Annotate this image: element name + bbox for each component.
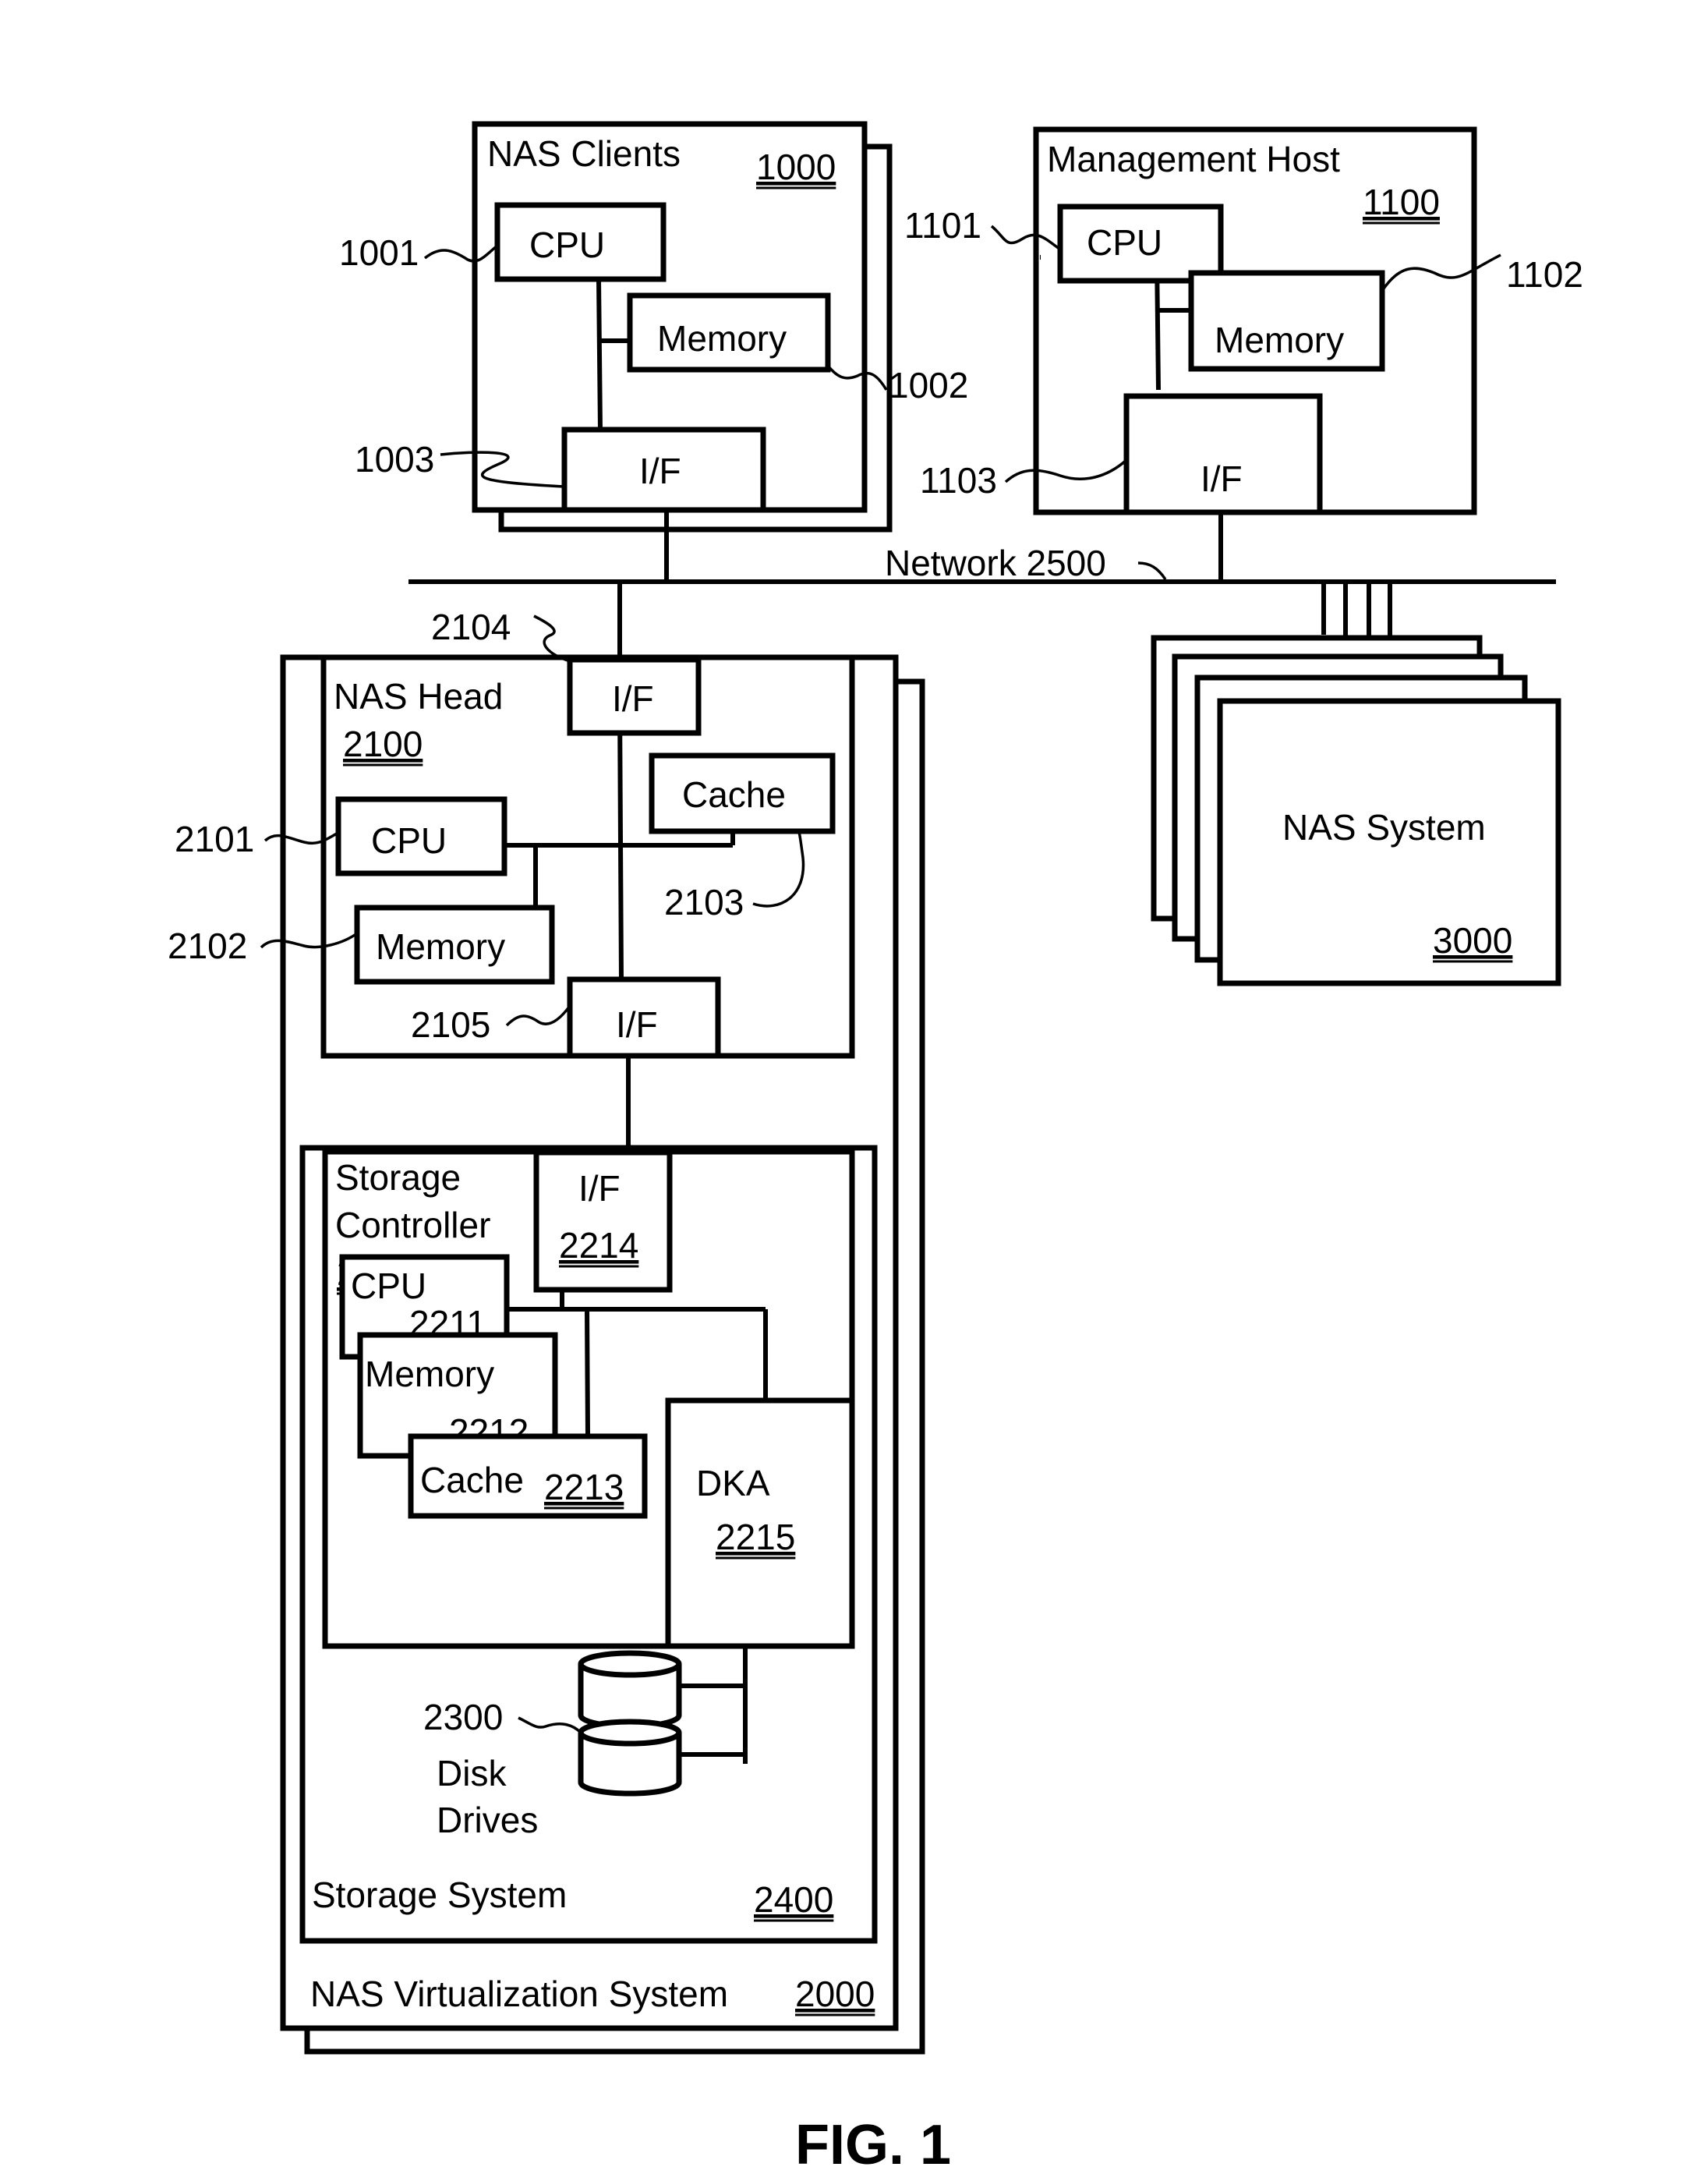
- sc-memory-label: Memory: [365, 1354, 494, 1394]
- nas-clients-bus: [596, 278, 603, 430]
- management-host-cpu-label: CPU: [1087, 222, 1162, 263]
- nas-clients-if-label: I/F: [639, 451, 681, 491]
- sc-cache-ref: 2213: [544, 1467, 624, 1507]
- ref-2105: 2105: [411, 1004, 490, 1045]
- sc-cache-label: Cache: [420, 1460, 524, 1500]
- figure-caption: FIG. 1: [795, 2114, 951, 2176]
- sc-dka-label: DKA: [696, 1463, 770, 1503]
- ref-1103: 1103: [920, 460, 997, 501]
- leader-2500: [1137, 561, 1167, 580]
- storage-controller-title-line2: Controller: [335, 1205, 490, 1245]
- nas-clients-group: NAS Clients 1000 CPU Memory I/F 1001 100…: [339, 121, 968, 533]
- management-host-title: Management Host: [1047, 139, 1340, 179]
- sc-cache-link: [585, 1308, 590, 1437]
- management-host-memory-label: Memory: [1215, 320, 1344, 360]
- management-host-if-label: I/F: [1201, 459, 1243, 499]
- nas-head-bus: [617, 701, 624, 982]
- nas-clients-cpu-label: CPU: [529, 225, 605, 265]
- sc-if-label: I/F: [578, 1168, 621, 1209]
- management-host-ref: 1100: [1363, 182, 1440, 222]
- leader-2104: [533, 614, 571, 663]
- nas-system-group: NAS System 3000: [1151, 582, 1561, 986]
- ref-1102: 1102: [1506, 254, 1583, 295]
- ref-2102: 2102: [168, 926, 247, 966]
- storage-system-title: Storage System: [312, 1875, 567, 1915]
- nas-clients-ref: 1000: [756, 147, 836, 187]
- nas-virtualization-ref: 2000: [795, 1974, 875, 2014]
- ref-1003: 1003: [355, 439, 434, 480]
- nas-clients-memory-label: Memory: [657, 318, 787, 359]
- sc-dka-ref: 2215: [716, 1517, 795, 1557]
- disk-drive-icon: [578, 1650, 682, 1730]
- nas-head-title: NAS Head: [334, 676, 503, 717]
- nas-clients-title: NAS Clients: [487, 133, 681, 174]
- nas-head-cache-label: Cache: [682, 774, 786, 815]
- storage-system-ref: 2400: [754, 1879, 833, 1920]
- system-block-diagram: NAS Clients 1000 CPU Memory I/F 1001 100…: [168, 121, 1583, 2176]
- storage-controller-title-line1: Storage: [335, 1157, 461, 1198]
- nas-head-if-bottom-label: I/F: [616, 1004, 658, 1045]
- disk-drive-icon: [578, 1719, 682, 1797]
- disk-drives-label-line1: Disk: [437, 1753, 507, 1793]
- sc-cpu-label: CPU: [351, 1266, 426, 1306]
- nas-system-title: NAS System: [1282, 807, 1486, 848]
- nas-head-cpu-label: CPU: [371, 820, 447, 861]
- ref-1101: 1101: [904, 205, 981, 246]
- ref-1002: 1002: [889, 365, 968, 405]
- ref-2104: 2104: [431, 607, 511, 647]
- ref-2300: 2300: [423, 1697, 503, 1737]
- nas-system-ref: 3000: [1433, 920, 1512, 961]
- network-label: Network 2500: [885, 543, 1106, 583]
- ref-2103: 2103: [664, 882, 744, 922]
- storage-controller-group: Storage Controller 2200 I/F 2214 CPU 221…: [322, 1149, 855, 1649]
- management-host-group: Management Host 1100 CPU Memory I/F 1101…: [904, 126, 1583, 515]
- nas-head-group: NAS Head 2100 I/F Cache CPU Memory I/F 2…: [168, 607, 855, 1059]
- sc-if-ref: 2214: [559, 1225, 638, 1266]
- ref-2101: 2101: [175, 819, 254, 859]
- ref-1001: 1001: [339, 232, 419, 273]
- nas-head-ref: 2100: [343, 724, 423, 764]
- nas-virtualization-title: NAS Virtualization System: [310, 1974, 728, 2014]
- nas-head-memory-label: Memory: [376, 926, 505, 967]
- disk-drives-label-line2: Drives: [437, 1800, 538, 1840]
- nas-head-if-top-label: I/F: [612, 678, 654, 719]
